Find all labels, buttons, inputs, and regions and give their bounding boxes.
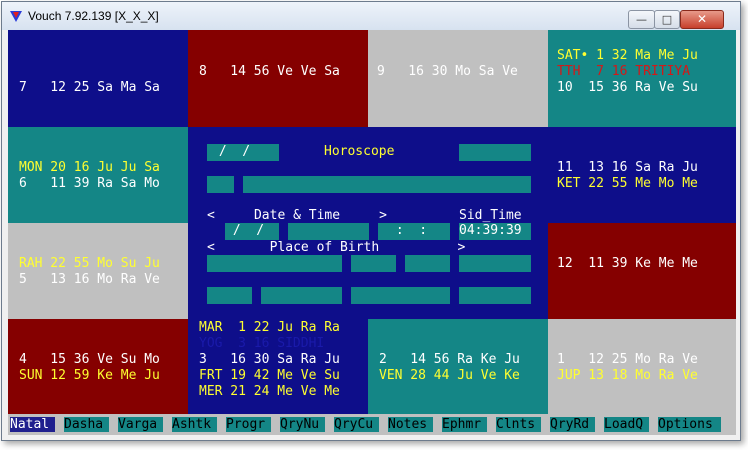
house-line: 4 15 36 Ve Su Mo bbox=[19, 352, 160, 367]
date-field-value: / / bbox=[211, 144, 251, 159]
timezone-field[interactable] bbox=[351, 287, 450, 304]
zone-field[interactable] bbox=[288, 223, 369, 240]
menu-natal[interactable]: Natal bbox=[10, 417, 55, 432]
house-line: FRT 19 42 Me Ve Su bbox=[199, 368, 340, 383]
longitude-field[interactable] bbox=[207, 287, 252, 304]
latitude-field[interactable] bbox=[261, 287, 342, 304]
menu-qryrd[interactable]: QryRd bbox=[550, 417, 595, 432]
menu-varga[interactable]: Varga bbox=[118, 417, 163, 432]
house-line: JUP 13 18 Mo Ra Ve bbox=[557, 368, 698, 383]
house-cell-1[interactable]: 7 12 25 Sa Ma Sa bbox=[8, 30, 188, 127]
house-cell-3[interactable]: 9 16 30 Mo Sa Ve bbox=[368, 30, 548, 127]
dst-field[interactable] bbox=[459, 287, 531, 304]
menu-qrynu[interactable]: QryNu bbox=[280, 417, 325, 432]
house-line: 8 14 56 Ve Ve Sa bbox=[199, 64, 340, 79]
prefix-field[interactable] bbox=[207, 176, 234, 193]
house-line: 12 11 39 Ke Me Me bbox=[557, 256, 698, 271]
house-cell-6[interactable]: 11 13 16 Sa Ra Ju KET 22 55 Me Mo Me bbox=[548, 127, 736, 223]
house-line: 9 16 30 Mo Sa Ve bbox=[377, 64, 518, 79]
sid-time-label: Sid_Time bbox=[459, 208, 522, 223]
minimize-icon: — bbox=[636, 13, 647, 26]
horoscope-input-panel: / / Horoscope < Date & Time > Sid_Time /… bbox=[188, 127, 548, 319]
house-line: RAH 22 55 Mo Su Ju bbox=[19, 256, 160, 271]
region-field[interactable] bbox=[459, 255, 531, 272]
house-line: 1 12 25 Mo Ra Ve bbox=[557, 352, 698, 367]
name-field[interactable] bbox=[243, 176, 531, 193]
house-line: 10 15 36 Ra Ve Su bbox=[557, 80, 698, 95]
house-line: MAR 1 22 Ju Ra Ra bbox=[199, 320, 340, 335]
house-line: SUN 12 59 Ke Me Ju bbox=[19, 368, 160, 383]
house-cell-2[interactable]: 8 14 56 Ve Ve Sa bbox=[188, 30, 368, 127]
menu-ashtk[interactable]: Ashtk bbox=[172, 417, 217, 432]
menu-options[interactable]: Options bbox=[658, 417, 721, 432]
menu-dasha[interactable]: Dasha bbox=[64, 417, 109, 432]
house-cell-8[interactable]: 12 11 39 Ke Me Me bbox=[548, 223, 736, 319]
house-cell-11[interactable]: 2 14 56 Ra Ke Ju VEN 28 44 Ju Ve Ke bbox=[368, 319, 548, 414]
close-button[interactable]: ✕ bbox=[680, 10, 724, 29]
house-line: 11 13 16 Sa Ra Ju bbox=[557, 160, 698, 175]
date-of-birth-value: / / bbox=[225, 223, 265, 238]
app-window: Vouch 7.92.139 [X_X_X] — □ ✕ 7 12 25 Sa … bbox=[1, 1, 741, 441]
house-line: 7 12 25 Sa Ma Sa bbox=[19, 80, 160, 95]
maximize-button[interactable]: □ bbox=[654, 10, 680, 29]
menu-progr[interactable]: Progr bbox=[226, 417, 271, 432]
maximize-icon: □ bbox=[661, 13, 673, 26]
title-bar[interactable]: Vouch 7.92.139 [X_X_X] — □ ✕ bbox=[2, 2, 740, 30]
menu-bar: Natal Dasha Varga Ashtk Progr QryNu QryC… bbox=[8, 414, 736, 435]
date-time-row[interactable]: < Date & Time > bbox=[207, 209, 387, 223]
house-cell-7[interactable]: RAH 22 55 Mo Su Ju 5 13 16 Mo Ra Ve bbox=[8, 223, 188, 319]
place-of-birth-row[interactable]: < Place of Birth > bbox=[207, 241, 465, 255]
house-line: 6 11 39 Ra Sa Mo bbox=[19, 176, 160, 191]
house-line: KET 22 55 Me Mo Me bbox=[557, 176, 698, 191]
sid-time-value: 04:39:39 bbox=[459, 223, 522, 238]
menu-loadq[interactable]: LoadQ bbox=[604, 417, 649, 432]
house-line: VEN 28 44 Ju Ve Ke bbox=[379, 368, 520, 383]
menu-qrycu[interactable]: QryCu bbox=[334, 417, 379, 432]
date-field[interactable]: / / bbox=[207, 144, 279, 161]
menu-clnts[interactable]: Clnts bbox=[496, 417, 541, 432]
country-field[interactable] bbox=[405, 255, 450, 272]
state-field[interactable] bbox=[351, 255, 396, 272]
minimize-button[interactable]: — bbox=[628, 10, 655, 29]
time-of-birth-field[interactable]: : : bbox=[378, 223, 450, 240]
menu-notes[interactable]: Notes bbox=[388, 417, 433, 432]
house-line: 5 13 16 Mo Ra Ve bbox=[19, 272, 160, 287]
house-cell-9[interactable]: 4 15 36 Ve Su Mo SUN 12 59 Ke Me Ju bbox=[8, 319, 188, 414]
menu-ephmr[interactable]: Ephmr bbox=[442, 417, 487, 432]
house-cell-12[interactable]: 1 12 25 Mo Ra Ve JUP 13 18 Mo Ra Ve bbox=[548, 319, 736, 414]
window-title: Vouch 7.92.139 [X_X_X] bbox=[28, 9, 159, 23]
house-cell-4[interactable]: SAT• 1 32 Ma Me Ju TTH 7 16 TRITIYA 10 1… bbox=[548, 30, 736, 127]
place-field[interactable] bbox=[207, 255, 342, 272]
house-line: SAT• 1 32 Ma Me Ju bbox=[557, 48, 698, 63]
house-line: MON 20 16 Ju Ju Sa bbox=[19, 160, 160, 175]
horoscope-label: Horoscope bbox=[324, 144, 395, 159]
chart-grid: 7 12 25 Sa Ma Sa 8 14 56 Ve Ve Sa 9 16 3… bbox=[8, 30, 736, 435]
date-of-birth-field[interactable]: / / bbox=[225, 223, 279, 240]
code-field[interactable] bbox=[459, 144, 531, 161]
close-icon: ✕ bbox=[696, 12, 708, 26]
tithi-line: TTH 7 16 TRITIYA bbox=[557, 64, 691, 79]
yoga-line: YOG 3 16 SIDDHI bbox=[199, 336, 325, 351]
time-of-birth-value: : : bbox=[388, 223, 428, 238]
house-cell-10[interactable]: MAR 1 22 Ju Ra Ra YOG 3 16 SIDDHI 3 16 3… bbox=[188, 319, 368, 414]
house-line: MER 21 24 Me Ve Me bbox=[199, 384, 340, 399]
house-cell-5[interactable]: MON 20 16 Ju Ju Sa 6 11 39 Ra Sa Mo bbox=[8, 127, 188, 223]
app-logo-icon bbox=[10, 11, 22, 22]
house-line: 3 16 30 Sa Ra Ju bbox=[199, 352, 340, 367]
house-line: 2 14 56 Ra Ke Ju bbox=[379, 352, 520, 367]
sid-time-field[interactable]: 04:39:39 bbox=[459, 223, 531, 240]
